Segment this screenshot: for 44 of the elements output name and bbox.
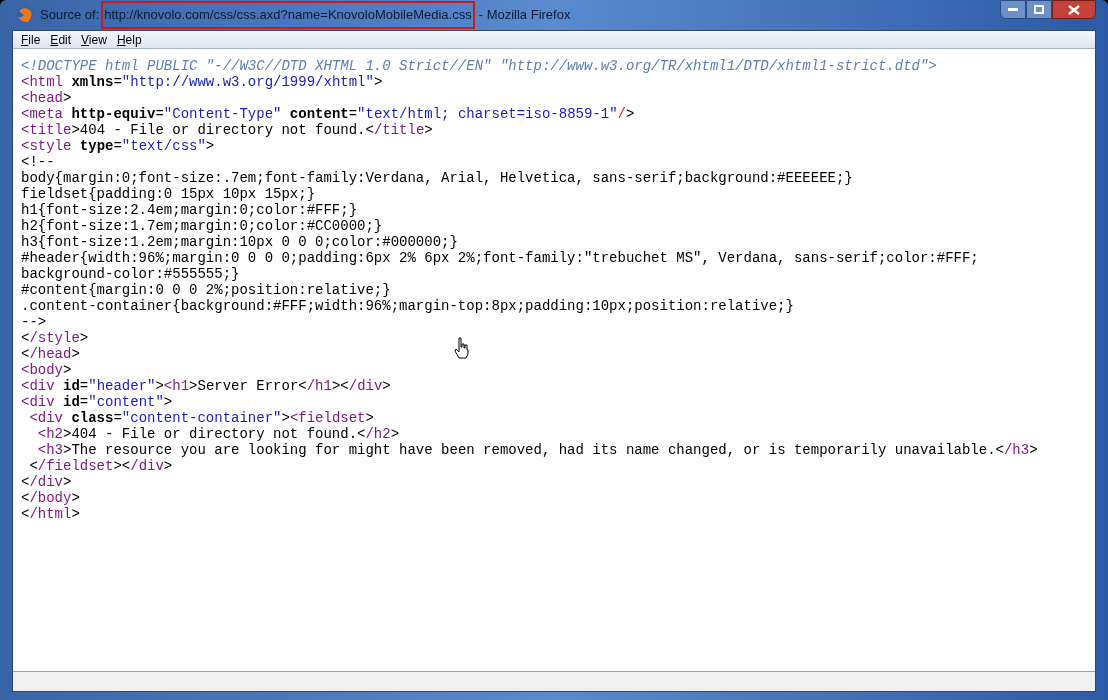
window-title-suffix: - Mozilla Firefox bbox=[478, 6, 571, 25]
source-line: <h2>404 - File or directory not found.</h2> bbox=[36, 426, 400, 442]
menu-item[interactable]: Help bbox=[112, 30, 146, 49]
source-line: #header{width:96%;margin:0 0 0 0;padding:6px 2% 6px 2%;font-family:"trebuchet MS", Verdana, sans-serif;color:#FFF; bbox=[21, 250, 979, 266]
source-line: <head> bbox=[21, 90, 72, 106]
menu-item[interactable]: View bbox=[77, 30, 111, 49]
source-line: h1{font-size:2.4em;margin:0;color:#FFF;} bbox=[21, 202, 358, 218]
maximize-button[interactable] bbox=[1026, 0, 1052, 19]
close-button[interactable] bbox=[1052, 0, 1096, 19]
maximize-icon bbox=[1034, 5, 1044, 14]
window-title-prefix: Source of: bbox=[40, 6, 100, 25]
browser-logo-icon bbox=[16, 6, 34, 24]
source-line: h2{font-size:1.7em;margin:0;color:#CC0000;} bbox=[21, 218, 383, 234]
source-line: </html> bbox=[21, 506, 80, 522]
source-line: </body> bbox=[21, 490, 80, 506]
source-line: <title>404 - File or directory not found.</title> bbox=[21, 122, 433, 138]
source-line: <body> bbox=[21, 362, 72, 378]
source-line: body{margin:0;font-size:.7em;font-family:Verdana, Arial, Helvetica, sans-serif;background:#EEEEEE;} bbox=[21, 170, 853, 186]
source-line: fieldset{padding:0 15px 10px 15px;} bbox=[21, 186, 316, 202]
source-line: h3{font-size:1.2em;margin:10px 0 0 0;color:#000000;} bbox=[21, 234, 458, 250]
source-line: <style type="text/css"> bbox=[21, 138, 215, 154]
source-line: </fieldset></div> bbox=[28, 458, 173, 474]
menu-item[interactable]: Edit bbox=[46, 30, 76, 49]
source-line: #content{margin:0 0 0 2%;position:relative;} bbox=[21, 282, 391, 298]
source-line: <meta http-equiv="Content-Type" content="text/html; charset=iso-8859-1"/> bbox=[21, 106, 635, 122]
source-line: background-color:#555555;} bbox=[21, 266, 240, 282]
source-line: .content-container{background:#FFF;width:96%;margin-top:8px;padding:10px;position:relative;} bbox=[21, 298, 794, 314]
window-title-url: http://knovolo.com/css/css.axd?name=KnovoloMobileMedia.css bbox=[101, 1, 475, 29]
menu-item[interactable]: File bbox=[17, 30, 45, 49]
source-line: <div id="header"><h1>Server Error</h1></div> bbox=[21, 378, 391, 394]
minimize-button[interactable] bbox=[1000, 0, 1026, 19]
source-line: --> bbox=[21, 314, 47, 330]
source-line: <div id="content"> bbox=[21, 394, 173, 410]
source-line: </head> bbox=[21, 346, 80, 362]
source-line: </style> bbox=[21, 330, 89, 346]
hand-cursor-icon bbox=[454, 337, 469, 359]
source-line: </div> bbox=[21, 474, 72, 490]
close-icon bbox=[1068, 4, 1080, 15]
source-line: <html xmlns="http://www.w3.org/1999/xhtml"> bbox=[21, 74, 383, 90]
source-line: <div class="content-container"><fieldset> bbox=[28, 410, 374, 426]
minimize-icon bbox=[1008, 7, 1018, 12]
source-line: <!-- bbox=[21, 154, 55, 170]
source-line: <h3>The resource you are looking for might have been removed, had its name changed, or is temporarily unavailable.</h3> bbox=[36, 442, 1038, 458]
source-line: <!DOCTYPE html PUBLIC "-//W3C//DTD XHTML 1.0 Strict//EN" "http://www.w3.org/TR/xhtml1/DTD/xhtml1-strict.dtd"> bbox=[21, 58, 937, 74]
